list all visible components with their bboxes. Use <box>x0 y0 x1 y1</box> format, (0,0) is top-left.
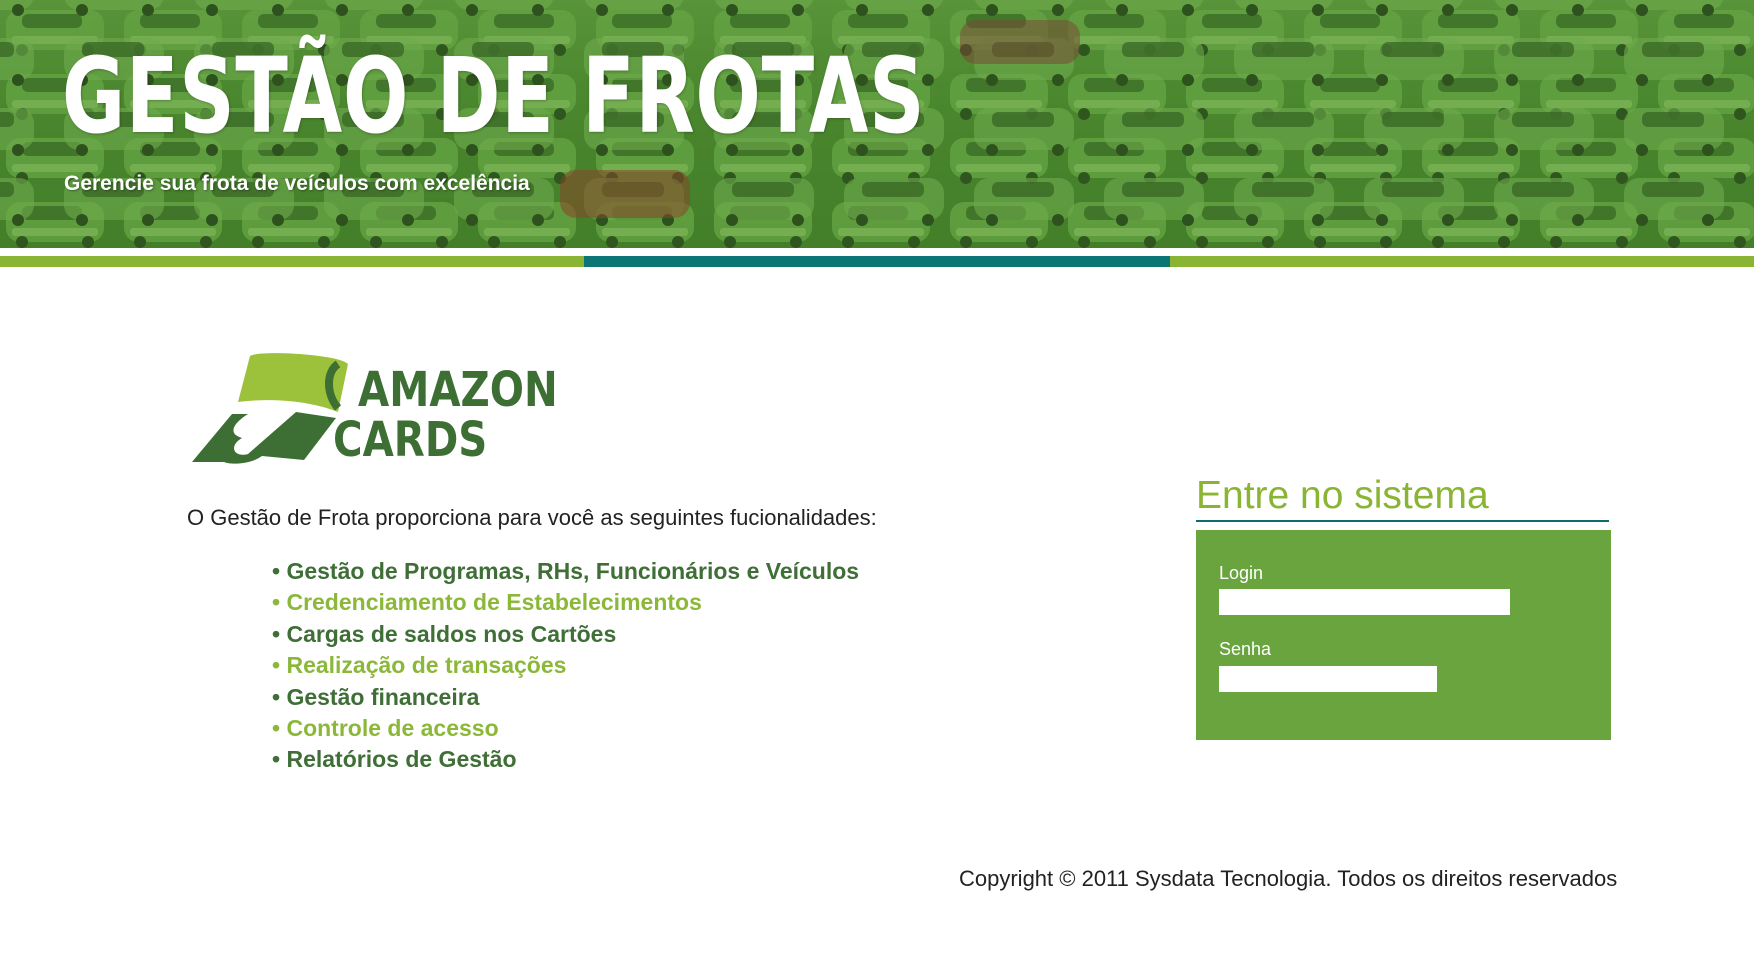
stripe-segment-center <box>584 256 1170 267</box>
color-stripe <box>0 256 1754 267</box>
feature-item: Gestão financeira <box>272 682 859 713</box>
password-input[interactable] <box>1219 666 1437 692</box>
feature-item: Credenciamento de Estabelecimentos <box>272 587 859 618</box>
stripe-segment-right <box>1170 256 1754 267</box>
password-label: Senha <box>1219 639 1272 659</box>
page: GESTÃO DE FROTAS Gerencie sua frota de v… <box>0 0 1754 960</box>
logo-text-amazon: AMAZON <box>358 362 558 418</box>
features-intro: O Gestão de Frota proporciona para você … <box>187 505 877 530</box>
login-form: Login Senha <box>1196 530 1611 740</box>
logo-text-cards: CARDS <box>333 412 488 468</box>
login-label: Login <box>1219 563 1264 583</box>
banner-subtitle: Gerencie sua frota de veículos com excel… <box>64 172 530 195</box>
header-banner: GESTÃO DE FROTAS Gerencie sua frota de v… <box>0 0 1754 248</box>
feature-item: Realização de transações <box>272 650 859 681</box>
feature-list: Gestão de Programas, RHs, Funcionários e… <box>272 556 859 776</box>
amazon-cards-logo: AMAZON CARDS <box>188 350 568 476</box>
login-heading: Entre no sistema <box>1196 474 1489 517</box>
banner-title: GESTÃO DE FROTAS <box>62 35 926 157</box>
login-heading-divider <box>1196 520 1609 522</box>
feature-item: Controle de acesso <box>272 713 859 744</box>
feature-item: Gestão de Programas, RHs, Funcionários e… <box>272 556 859 587</box>
feature-item: Cargas de saldos nos Cartões <box>272 619 859 650</box>
copyright-text: Copyright © 2011 Sysdata Tecnologia. Tod… <box>959 866 1618 891</box>
stripe-segment-left <box>0 256 584 267</box>
feature-item: Relatórios de Gestão <box>272 744 859 775</box>
login-input[interactable] <box>1219 589 1510 615</box>
